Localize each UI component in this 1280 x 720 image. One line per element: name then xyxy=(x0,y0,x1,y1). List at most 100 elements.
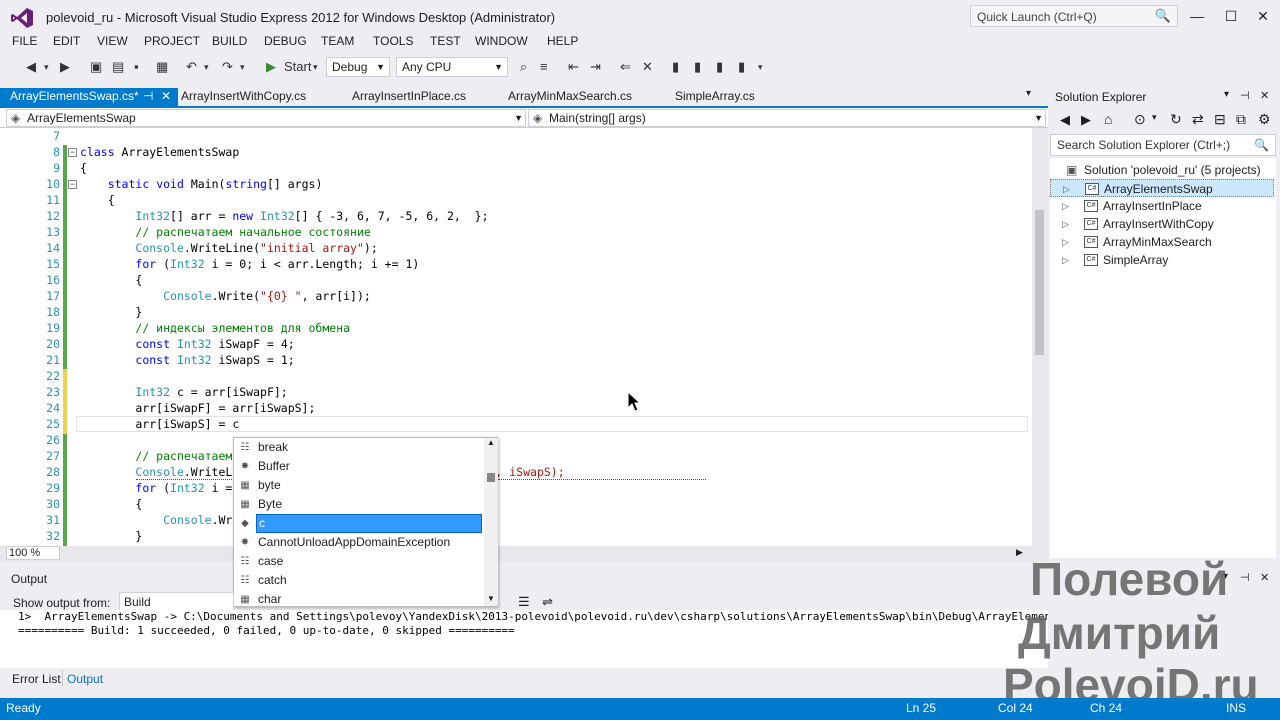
show-all-files-icon[interactable]: ⧉ xyxy=(1236,111,1246,128)
bookmark-prev-icon[interactable]: ⇐ xyxy=(620,58,631,76)
comment-icon[interactable]: ≡ xyxy=(540,58,548,76)
refresh-icon[interactable]: ↻ xyxy=(1170,111,1182,128)
code-line[interactable]: { xyxy=(80,193,115,207)
redo-dropdown-icon[interactable]: ▾ xyxy=(240,58,245,76)
menu-edit[interactable]: EDIT xyxy=(53,34,80,48)
forward-icon[interactable]: ▶ xyxy=(60,58,70,76)
code-line[interactable]: const Int32 iSwapS = 1; xyxy=(80,353,294,367)
completion-item[interactable]: ▦ char xyxy=(236,590,482,609)
expand-icon[interactable]: ▷ xyxy=(1063,180,1070,198)
code-line[interactable]: Int32 c = arr[iSwapF]; xyxy=(80,385,287,399)
platform-select[interactable]: Any CPU ▼ xyxy=(396,57,508,77)
zoom-select[interactable]: 100 % xyxy=(6,546,60,560)
quick-launch-input[interactable]: Quick Launch (Ctrl+Q) 🔍 xyxy=(970,5,1178,27)
minimize-button[interactable]: — xyxy=(1180,4,1214,28)
code-line[interactable]: } xyxy=(80,529,142,543)
filter-dropdown-icon[interactable]: ▾ xyxy=(1152,112,1157,123)
close-tab-icon[interactable]: ✕ xyxy=(161,88,171,105)
completion-scroll-thumb[interactable] xyxy=(487,473,495,482)
tab-output[interactable]: Output xyxy=(67,672,103,686)
code-line[interactable]: { xyxy=(80,161,87,175)
outdent-icon[interactable]: ⇥ xyxy=(590,58,601,76)
completion-item[interactable]: ▦ Byte xyxy=(236,495,482,514)
menu-team[interactable]: TEAM xyxy=(321,34,354,48)
solution-node[interactable]: ▣ Solution 'polevoid_ru' (5 projects) xyxy=(1050,161,1274,179)
word-wrap-icon[interactable]: ⇌ xyxy=(542,594,553,610)
close-button[interactable]: ✕ xyxy=(1246,4,1280,28)
tab-arrayminmaxsearch[interactable]: ArrayMinMaxSearch.cs xyxy=(498,88,664,106)
code-line[interactable]: // индексы элементов для обмена xyxy=(80,321,350,335)
find-in-files-icon[interactable]: ⌕ xyxy=(520,58,527,76)
code-line[interactable]: for (Int32 i = xyxy=(80,481,232,495)
completion-item[interactable]: ▦ byte xyxy=(236,476,482,495)
tab-arrayelementsswap[interactable]: ArrayElementsSwap.cs* ⊣ ✕ xyxy=(0,88,178,106)
toolbar-options-icon[interactable]: ▾ xyxy=(758,58,763,76)
project-node[interactable]: ▷ C# ArrayElementsSwap xyxy=(1050,179,1274,197)
collapse-all-icon[interactable]: ⊟ xyxy=(1214,111,1226,128)
completion-item[interactable]: ☷ break xyxy=(236,438,482,457)
code-line[interactable]: { xyxy=(80,497,142,511)
configuration-select[interactable]: Debug ▼ xyxy=(326,57,390,77)
tab-error-list[interactable]: Error List xyxy=(12,672,61,686)
project-node[interactable]: ▷ C# SimpleArray xyxy=(1050,251,1274,269)
bookmark-next-icon[interactable]: ▮ xyxy=(694,58,701,76)
pin-icon[interactable]: ⊣ xyxy=(143,88,153,105)
panel-close-icon[interactable]: ✕ xyxy=(1260,89,1269,102)
member-dropdown[interactable]: ◈ Main(string[] args) ▼ xyxy=(528,109,1046,127)
home-icon[interactable]: ⌂ xyxy=(1104,111,1112,127)
code-line[interactable]: Console.Wr xyxy=(80,513,232,527)
menu-tools[interactable]: TOOLS xyxy=(373,34,413,48)
type-dropdown[interactable]: ◈ ArrayElementsSwap ▼ xyxy=(6,109,526,127)
sync-icon[interactable]: ⇄ xyxy=(1192,111,1204,128)
project-node[interactable]: ▷ C# ArrayInsertWithCopy xyxy=(1050,215,1274,233)
redo-icon[interactable]: ↷ xyxy=(222,58,233,76)
bookmark-icon[interactable]: ▮ xyxy=(672,58,679,76)
code-line[interactable]: // распечатаем xyxy=(80,449,232,463)
code-line[interactable]: static void Main(string[] args) xyxy=(80,177,323,191)
undo-dropdown-icon[interactable]: ▾ xyxy=(204,58,209,76)
code-line[interactable]: class ArrayElementsSwap xyxy=(80,145,239,159)
completion-item[interactable]: ☷ case xyxy=(236,552,482,571)
save-icon[interactable]: ▪ xyxy=(134,58,139,76)
project-node[interactable]: ▷ C# ArrayInsertInPlace xyxy=(1050,197,1274,215)
collapse-outline-icon[interactable]: − xyxy=(68,180,77,189)
forward-icon[interactable]: ▶ xyxy=(1081,112,1091,128)
code-line[interactable]: const Int32 iSwapF = 4; xyxy=(80,337,294,351)
collapse-outline-icon[interactable]: − xyxy=(68,148,77,157)
start-icon[interactable]: ▶ xyxy=(266,58,276,76)
editor-horizontal-scrollbar[interactable]: 100 % ▶ xyxy=(0,546,1048,562)
indent-icon[interactable]: ⇤ xyxy=(568,58,579,76)
completion-item[interactable]: ✸ Buffer xyxy=(236,457,482,476)
expand-icon[interactable]: ▷ xyxy=(1062,197,1069,215)
start-dropdown-icon[interactable]: ▾ xyxy=(313,58,318,76)
code-line[interactable]: Console.WriteLine("initial array"); xyxy=(80,241,377,255)
code-editor[interactable]: 7 8 class ArrayElementsSwap 9 {10 static voi… xyxy=(0,128,1032,546)
bookmark-clear-icon[interactable]: ✕ xyxy=(642,58,653,76)
panel-options-icon[interactable]: ▾ xyxy=(1224,89,1229,100)
open-file-icon[interactable]: ▤ xyxy=(112,58,124,76)
code-line[interactable]: // распечатаем начальное состояние xyxy=(80,225,370,239)
scroll-right-icon[interactable]: ▶ xyxy=(1016,547,1023,558)
menu-view[interactable]: VIEW xyxy=(97,34,128,48)
panel-pin-icon[interactable]: ⊣ xyxy=(1240,89,1250,102)
expand-icon[interactable]: ▷ xyxy=(1062,215,1069,233)
code-line[interactable]: arr[iSwapF] = arr[iSwapS]; xyxy=(80,401,315,415)
menu-test[interactable]: TEST xyxy=(430,34,461,48)
project-node[interactable]: ▷ C# ArrayMinMaxSearch xyxy=(1050,233,1274,251)
output-source-select[interactable]: Build xyxy=(119,592,234,612)
scroll-down-icon[interactable]: ▼ xyxy=(487,594,495,603)
expand-icon[interactable]: ▷ xyxy=(1062,251,1069,269)
scroll-up-icon[interactable]: ▲ xyxy=(487,438,495,447)
back-icon[interactable]: ◀ xyxy=(26,58,36,76)
start-button[interactable]: Start xyxy=(284,58,311,76)
output-pin-icon[interactable]: ⊣ xyxy=(1240,571,1250,584)
menu-project[interactable]: PROJECT xyxy=(144,34,200,48)
menu-window[interactable]: WINDOW xyxy=(475,34,528,48)
output-close-icon[interactable]: ✕ xyxy=(1260,571,1269,584)
tab-overflow-icon[interactable]: ▾ xyxy=(1026,88,1031,99)
tab-arrayinsertinplace[interactable]: ArrayInsertInPlace.cs xyxy=(342,88,498,106)
solution-search-input[interactable]: Search Solution Explorer (Ctrl+;) 🔍 xyxy=(1050,134,1276,156)
code-line[interactable]: Console.Write("{0} ", arr[i]); xyxy=(80,289,371,303)
code-line[interactable]: Int32[] arr = new Int32[] { -3, 6, 7, -5… xyxy=(80,209,488,223)
bookmark-folder-icon[interactable]: ▮ xyxy=(716,58,723,76)
